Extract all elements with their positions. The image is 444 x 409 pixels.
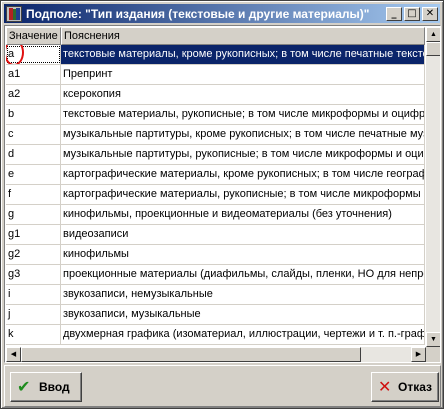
horizontal-scroll-thumb[interactable] (21, 347, 361, 362)
horizontal-scrollbar[interactable]: ◀ ▶ (6, 347, 426, 362)
cell-description[interactable]: звукозаписи, немузыкальные (61, 285, 425, 304)
cell-description[interactable]: текстовые материалы, рукописные; в том ч… (61, 105, 425, 124)
table-row[interactable]: b текстовые материалы, рукописные; в том … (6, 105, 425, 125)
maximize-button[interactable]: □ (404, 6, 420, 21)
cell-value[interactable]: f (6, 185, 61, 204)
cross-icon: ✕ (378, 377, 392, 396)
scroll-down-button[interactable]: ▼ (426, 332, 440, 347)
title-bar[interactable]: Подполе: "Тип издания (текстовые и други… (4, 4, 440, 23)
cell-value[interactable]: e (6, 165, 61, 184)
table-row[interactable]: d музыкальные партитуры, рукописные; в то… (6, 145, 425, 165)
cancel-button[interactable]: ✕ Отказ (371, 372, 439, 402)
cell-value[interactable]: g (6, 205, 61, 224)
close-button[interactable]: ✕ (422, 6, 438, 21)
table-row[interactable]: g1 видеозаписи (6, 225, 425, 245)
column-header-description[interactable]: Пояснения (61, 27, 425, 45)
table-row[interactable]: k двухмерная графика (изоматериал, иллюст… (6, 325, 425, 345)
scroll-left-button[interactable]: ◀ (6, 347, 21, 362)
cell-description[interactable]: текстовые материалы, кроме рукописных; в… (61, 45, 425, 64)
cancel-button-label: Отказ (398, 380, 433, 394)
table-row[interactable]: e картографические материалы, кроме рукоп… (6, 165, 425, 185)
table-row[interactable]: g2 кинофильмы (6, 245, 425, 265)
grid-rows: a текстовые материалы, кроме рукописных; … (6, 45, 425, 345)
table-row[interactable]: i звукозаписи, немузыкальные (6, 285, 425, 305)
highlight-circle (6, 45, 24, 64)
cell-value[interactable]: a (6, 45, 61, 64)
cell-value[interactable]: b (6, 105, 61, 124)
table-row[interactable]: f картографические материалы, рукописные;… (6, 185, 425, 205)
button-panel: ✔ Ввод ✕ Отказ (4, 365, 441, 407)
dialog-window: Подполе: "Тип издания (текстовые и други… (0, 0, 444, 409)
cell-value[interactable]: g1 (6, 225, 61, 244)
books-icon (6, 5, 22, 22)
cell-value[interactable]: i (6, 285, 61, 304)
table-row[interactable]: a текстовые материалы, кроме рукописных; … (6, 45, 425, 65)
column-header-value[interactable]: Значение (6, 27, 61, 45)
cell-value[interactable]: g2 (6, 245, 61, 264)
table-row[interactable]: a1 Препринт (6, 65, 425, 85)
vertical-scrollbar[interactable]: ▲ ▼ (426, 27, 440, 347)
table-row[interactable]: a2 ксерокопия (6, 85, 425, 105)
values-grid[interactable]: Значение Пояснения a текстовые материалы,… (4, 25, 441, 363)
cell-description[interactable]: картографические материалы, кроме рукопи… (61, 165, 425, 184)
cell-value[interactable]: k (6, 325, 61, 344)
cell-description[interactable]: видеозаписи (61, 225, 425, 244)
ok-button-label: Ввод (39, 380, 70, 394)
vertical-scroll-thumb[interactable] (426, 42, 440, 56)
cell-description[interactable]: двухмерная графика (изоматериал, иллюстр… (61, 325, 425, 344)
table-row[interactable]: j звукозаписи, музыкальные (6, 305, 425, 325)
cell-description[interactable]: Препринт (61, 65, 425, 84)
minimize-button[interactable]: _ (386, 6, 402, 21)
grid-header: Значение Пояснения (6, 27, 425, 45)
cell-value[interactable]: g3 (6, 265, 61, 284)
cell-value[interactable]: j (6, 305, 61, 324)
cell-description[interactable]: музыкальные партитуры, кроме рукописных;… (61, 125, 425, 144)
cell-description[interactable]: кинофильмы (61, 245, 425, 264)
cell-value[interactable]: a2 (6, 85, 61, 104)
cell-value[interactable]: d (6, 145, 61, 164)
cell-description[interactable]: проекционные материалы (диафильмы, слайд… (61, 265, 425, 284)
table-row[interactable]: g3 проекционные материалы (диафильмы, сла… (6, 265, 425, 285)
cell-description[interactable]: кинофильмы, проекционные и видеоматериал… (61, 205, 425, 224)
table-row[interactable]: g кинофильмы, проекционные и видеоматериа… (6, 205, 425, 225)
table-row[interactable]: c музыкальные партитуры, кроме рукописных… (6, 125, 425, 145)
scroll-corner (426, 347, 440, 362)
cell-description[interactable]: музыкальные партитуры, рукописные; в том… (61, 145, 425, 164)
cell-description[interactable]: картографические материалы, рукописные; … (61, 185, 425, 204)
cell-description[interactable]: звукозаписи, музыкальные (61, 305, 425, 324)
ok-button[interactable]: ✔ Ввод (10, 372, 82, 402)
cell-value[interactable]: a1 (6, 65, 61, 84)
window-title: Подполе: "Тип издания (текстовые и други… (26, 6, 370, 21)
cell-value[interactable]: c (6, 125, 61, 144)
checkmark-icon: ✔ (17, 377, 31, 396)
scroll-right-button[interactable]: ▶ (411, 347, 426, 362)
cell-description[interactable]: ксерокопия (61, 85, 425, 104)
scroll-up-button[interactable]: ▲ (426, 27, 440, 42)
